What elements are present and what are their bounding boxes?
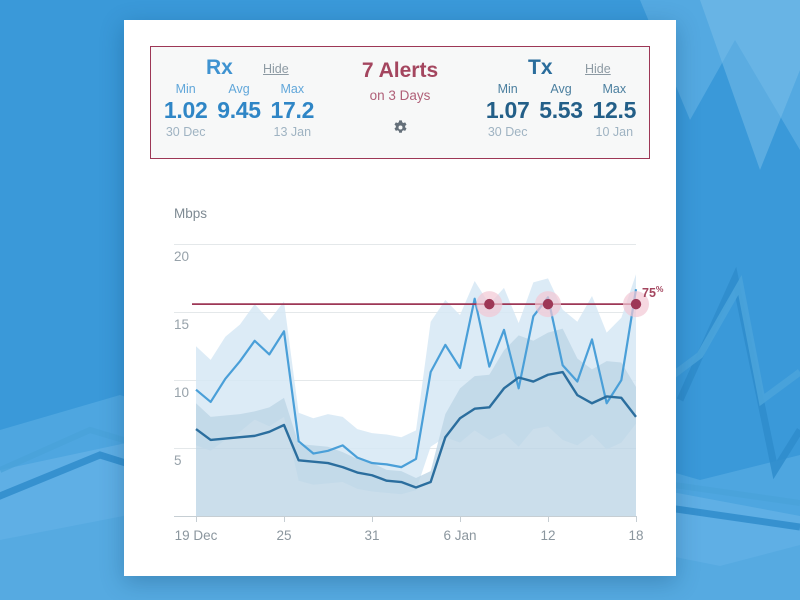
tx-metric-avg: Avg 5.53 xyxy=(534,81,587,141)
rx-header: Rx Hide xyxy=(159,55,319,81)
tx-metric-min: Min 1.07 30 Dec xyxy=(481,81,534,141)
alert-marker[interactable] xyxy=(630,298,642,310)
x-tick-mark xyxy=(636,516,637,522)
rx-title: Rx xyxy=(206,56,233,79)
rx-hide-link[interactable]: Hide xyxy=(263,59,289,79)
x-tick-label: 18 xyxy=(628,528,644,543)
rx-metric-min: Min 1.02 30 Dec xyxy=(159,81,212,141)
tx-max-label: Max xyxy=(602,82,627,96)
x-tick-label: 19 Dec xyxy=(174,528,218,543)
chart-plot-area[interactable] xyxy=(150,196,650,556)
x-tick-mark xyxy=(196,516,197,522)
rx-metric-avg: Avg 9.45 xyxy=(212,81,265,141)
alerts-days: on 3 Days xyxy=(369,88,431,103)
x-tick-label: 6 Jan xyxy=(443,528,477,543)
rx-min-date: 30 Dec xyxy=(165,125,206,139)
tx-min-date: 30 Dec xyxy=(487,125,528,139)
threshold-percent-label: 75% xyxy=(642,284,664,301)
alerts-block: 7 Alerts on 3 Days xyxy=(305,57,495,141)
stats-summary-card: Rx Hide Min 1.02 30 Dec Avg 9.45 Max 17.… xyxy=(150,46,650,159)
x-tick-mark xyxy=(548,516,549,522)
tx-metric-max: Max 12.5 10 Jan xyxy=(588,81,641,141)
gear-icon[interactable] xyxy=(392,119,409,141)
tx-avg-value: 5.53 xyxy=(539,97,583,123)
rx-stats-block: Rx Hide Min 1.02 30 Dec Avg 9.45 Max 17.… xyxy=(159,47,319,158)
tx-min-label: Min xyxy=(497,82,518,96)
x-tick-mark xyxy=(460,516,461,522)
rx-min-value: 1.02 xyxy=(163,97,208,123)
alert-marker[interactable] xyxy=(484,298,495,310)
x-tick-label: 31 xyxy=(364,528,380,543)
rx-min-label: Min xyxy=(175,82,196,96)
tx-header: Tx Hide xyxy=(481,55,641,81)
tx-metrics: Min 1.07 30 Dec Avg 5.53 Max 12.5 10 Jan xyxy=(481,81,641,141)
x-tick-mark xyxy=(372,516,373,522)
x-tick-label: 25 xyxy=(276,528,292,543)
tx-avg-label: Avg xyxy=(550,82,572,96)
alerts-count: 7 Alerts xyxy=(361,59,439,82)
alert-marker[interactable] xyxy=(542,298,554,310)
tx-max-value: 12.5 xyxy=(592,97,637,123)
rx-avg-value: 9.45 xyxy=(217,97,261,123)
x-tick-mark xyxy=(284,516,285,522)
rx-metrics: Min 1.02 30 Dec Avg 9.45 Max 17.2 13 Jan xyxy=(159,81,319,141)
dashboard-panel: Rx Hide Min 1.02 30 Dec Avg 9.45 Max 17.… xyxy=(124,20,676,576)
rx-avg-label: Avg xyxy=(228,82,250,96)
throughput-chart[interactable]: Mbps 20 15 10 5 19 Dec 25 31 6 Jan 12 18 75% xyxy=(150,196,663,556)
x-tick-label: 12 xyxy=(540,528,556,543)
tx-max-date: 10 Jan xyxy=(595,125,634,139)
tx-stats-block: Tx Hide Min 1.07 30 Dec Avg 5.53 Max 12.… xyxy=(481,47,641,158)
tx-min-value: 1.07 xyxy=(485,97,530,123)
tx-title: Tx xyxy=(528,56,553,79)
tx-hide-link[interactable]: Hide xyxy=(585,59,611,79)
